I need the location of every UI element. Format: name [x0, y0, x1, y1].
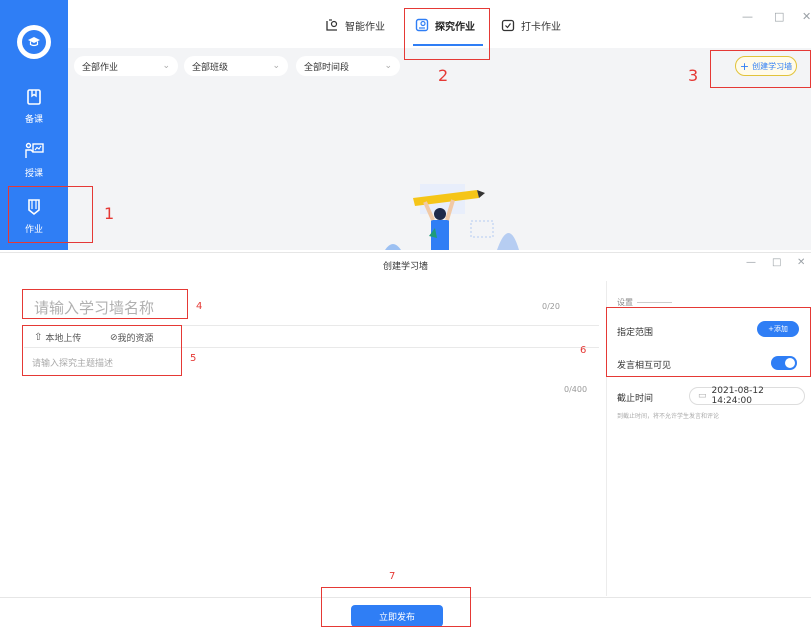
description-char-count: 0/400	[564, 385, 588, 394]
select-value: 全部作业	[82, 62, 119, 73]
graduation-cap-icon	[22, 30, 46, 54]
sidebar-item-prepare[interactable]: 备课	[0, 80, 68, 132]
close-icon[interactable]: ✕	[802, 10, 811, 23]
annotation-box-5	[22, 325, 182, 376]
select-value: 全部时间段	[304, 62, 350, 73]
tab-smart-homework[interactable]: 智能作业	[325, 12, 385, 38]
deadline-note: 到截止时间，将不允许学生发言和评论	[617, 413, 720, 420]
annotation-number-5: 5	[190, 353, 197, 364]
annotation-number-1: 1	[104, 204, 115, 223]
smart-homework-icon	[325, 18, 339, 32]
annotation-box-2	[404, 8, 490, 60]
select-value: 全部班级	[192, 62, 229, 73]
maximize-icon[interactable]: □	[772, 257, 781, 268]
annotation-box-4	[22, 289, 188, 319]
minimize-icon[interactable]: —	[742, 10, 753, 23]
maximize-icon[interactable]: □	[774, 10, 784, 23]
settings-divider	[637, 302, 672, 303]
annotation-number-7: 7	[389, 571, 396, 582]
annotation-number-4: 4	[196, 301, 203, 312]
filter-time-select[interactable]: 全部时间段 ⌄	[296, 56, 400, 76]
app-logo	[17, 25, 51, 59]
checkin-homework-icon	[501, 18, 515, 32]
annotation-box-3	[710, 50, 811, 88]
teach-icon	[24, 141, 44, 161]
minimize-icon[interactable]: —	[746, 257, 756, 268]
filter-homework-select[interactable]: 全部作业 ⌄	[74, 56, 178, 76]
annotation-box-1	[8, 186, 93, 243]
book-icon	[24, 87, 44, 107]
chevron-down-icon: ⌄	[162, 61, 170, 71]
tab-label: 打卡作业	[521, 21, 561, 33]
sidebar-item-label: 备课	[24, 115, 43, 125]
tab-checkin-homework[interactable]: 打卡作业	[501, 12, 561, 38]
chevron-down-icon: ⌄	[272, 61, 280, 71]
deadline-value: 2021-08-12 14:24:00	[711, 386, 764, 406]
screenshot-root: 备课 授课 作业 智能作业 探究作业 打卡作业 — □ ✕ 全部作业 ⌄ 全部班…	[0, 0, 811, 631]
chevron-down-icon: ⌄	[384, 61, 392, 71]
empty-state-illustration	[385, 184, 519, 250]
annotation-number-2: 2	[438, 66, 449, 85]
create-learning-wall-dialog: 创建学习墙 — □ ✕ 请输入学习墙名称 0/20 ⇧ 本地上传 ⊘ 我的资源 …	[0, 252, 811, 631]
tab-label: 智能作业	[345, 21, 385, 33]
calendar-icon: ▭	[698, 391, 707, 401]
close-icon[interactable]: ✕	[797, 257, 805, 268]
deadline-picker[interactable]: ▭ 2021-08-12 14:24:00	[689, 386, 805, 406]
sidebar-item-label: 授课	[24, 169, 43, 179]
annotation-number-3: 3	[688, 66, 699, 85]
deadline-label: 截止时间	[617, 394, 654, 404]
name-char-count: 0/20	[542, 302, 560, 311]
annotation-number-6: 6	[580, 345, 587, 356]
homework-window: 备课 授课 作业 智能作业 探究作业 打卡作业 — □ ✕ 全部作业 ⌄ 全部班…	[0, 0, 811, 250]
sidebar-item-teach[interactable]: 授课	[0, 134, 68, 186]
annotation-box-6	[606, 307, 811, 377]
annotation-box-7	[321, 587, 471, 627]
filter-class-select[interactable]: 全部班级 ⌄	[184, 56, 288, 76]
dialog-title: 创建学习墙	[382, 262, 428, 272]
